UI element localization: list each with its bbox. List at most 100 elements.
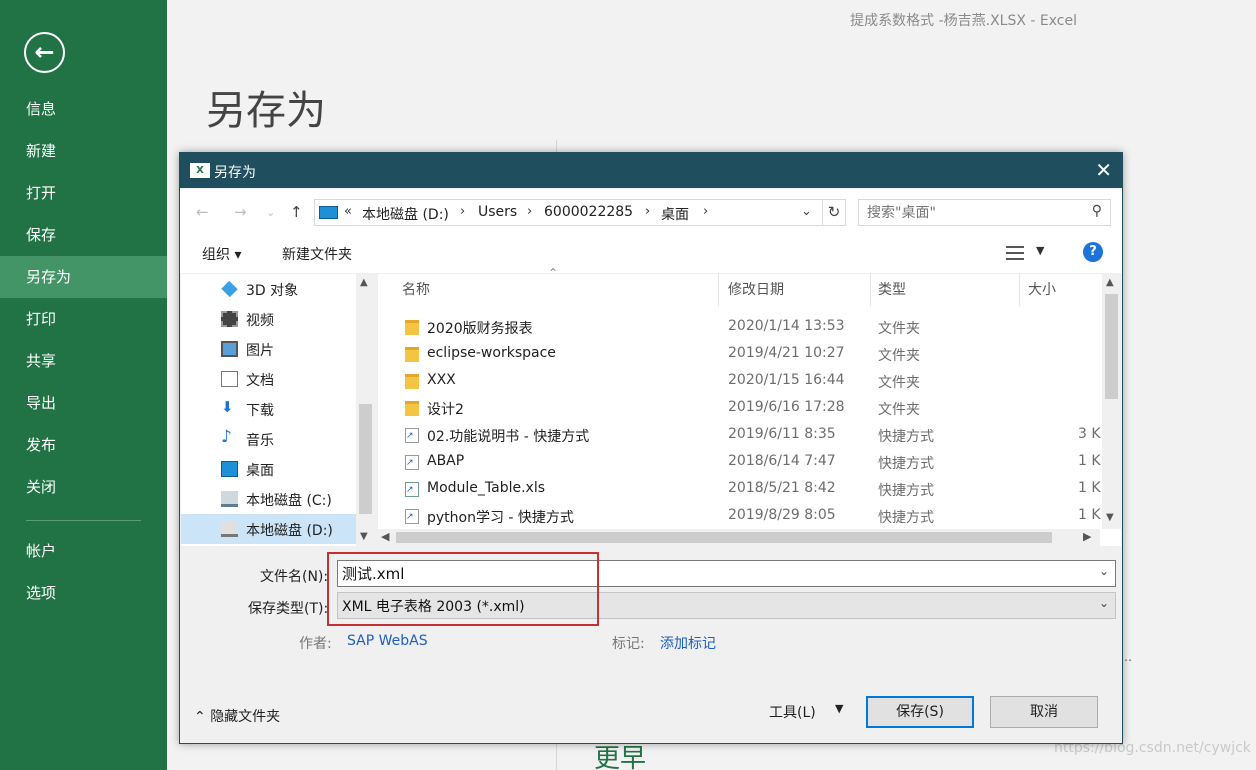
organize-button[interactable]: 组织 ▾ [202, 244, 241, 264]
tree-item-label: 文档 [246, 373, 274, 389]
file-size: 1 K [1078, 480, 1101, 496]
chevron-down-icon[interactable]: ⌄ [801, 204, 812, 219]
add-tags-link[interactable]: 添加标记 [660, 633, 716, 653]
chevron-down-icon[interactable]: ⌄ [1099, 564, 1109, 578]
hide-folders-toggle[interactable]: ⌃ 隐藏文件夹 [194, 706, 280, 726]
tree-item[interactable]: 文档 [181, 364, 356, 394]
author-value[interactable]: SAP WebAS [347, 633, 428, 649]
search-input[interactable] [859, 200, 1079, 225]
scroll-up-icon[interactable]: ▲ [360, 277, 368, 288]
recent-locations-icon[interactable]: ⌄ [266, 206, 275, 219]
file-type: 文件夹 [878, 375, 920, 391]
nav-scrollbar[interactable]: ▲ ▼ [356, 274, 375, 546]
tree-item[interactable]: 3D 对象 [181, 274, 356, 304]
nav-item[interactable]: 打开 [0, 172, 167, 214]
file-row[interactable]: eclipse-workspace 2019/4/21 10:27 文件夹 [378, 341, 1098, 368]
chevron-up-icon: ⌃ [194, 709, 206, 725]
pictures-icon [221, 341, 238, 357]
nav-item[interactable]: 帐户 [0, 530, 167, 572]
breadcrumb-overflow[interactable]: « [344, 204, 352, 219]
column-header-type[interactable]: 类型 [854, 274, 1004, 306]
nav-item[interactable]: 另存为 [0, 256, 167, 298]
forward-icon[interactable]: → [234, 203, 247, 221]
scroll-up-icon[interactable]: ▲ [1106, 277, 1114, 288]
nav-item[interactable]: 导出 [0, 382, 167, 424]
breadcrumb-item[interactable]: Users [478, 204, 517, 220]
file-row[interactable]: 02.功能说明书 - 快捷方式 2019/6/11 8:35 快捷方式 3 K [378, 422, 1101, 449]
breadcrumb-item[interactable]: 6000022285 [544, 204, 633, 220]
breadcrumb-item[interactable]: 本地磁盘 (D:) [362, 204, 449, 224]
scroll-right-icon[interactable]: ▶ [1083, 530, 1091, 543]
refresh-icon[interactable]: ↻ [822, 199, 846, 226]
nav-item[interactable]: 发布 [0, 424, 167, 466]
nav-item[interactable]: 选项 [0, 572, 167, 614]
breadcrumb-separator[interactable]: › [703, 204, 708, 219]
tree-item[interactable]: 本地磁盘 (D:) [181, 514, 356, 544]
file-row[interactable]: 设计2 2019/6/16 17:28 文件夹 [378, 395, 1098, 422]
tree-item[interactable]: 视频 [181, 304, 356, 334]
view-options-icon[interactable] [1006, 246, 1024, 260]
search-icon[interactable]: ⚲ [1092, 203, 1102, 219]
chevron-down-icon[interactable]: ▼ [1036, 244, 1044, 257]
scroll-down-icon[interactable]: ▼ [360, 531, 368, 542]
save-as-dialog: X 另存为 ✕ ← → ⌄ ↑ « 本地磁盘 (D:) › Users › 60… [179, 152, 1123, 744]
breadcrumb-item[interactable]: 桌面 [661, 204, 689, 224]
tree-item[interactable]: ♪ 音乐 [181, 424, 356, 454]
file-date: 2018/6/14 7:47 [728, 453, 836, 469]
scroll-thumb[interactable] [396, 532, 1052, 543]
search-box[interactable]: ⚲ [858, 199, 1111, 226]
save-button[interactable]: 保存(S) [866, 696, 974, 728]
tree-item[interactable]: 本地磁盘 (C:) [181, 484, 356, 514]
nav-item[interactable]: 新建 [0, 130, 167, 172]
file-row[interactable]: 2020版财务报表 2020/1/14 13:53 文件夹 [378, 314, 1098, 341]
nav-item[interactable]: 关闭 [0, 466, 167, 508]
new-folder-button[interactable]: 新建文件夹 [282, 244, 352, 264]
file-row[interactable]: python学习 - 快捷方式 2019/8/29 8:05 快捷方式 1 K [378, 503, 1101, 530]
scroll-thumb[interactable] [1105, 294, 1118, 399]
file-type: 文件夹 [878, 402, 920, 418]
tree-item[interactable]: 图片 [181, 334, 356, 364]
folder-icon [405, 320, 419, 335]
chevron-down-icon[interactable]: ▼ [835, 702, 843, 715]
file-row[interactable]: XXX 2020/1/15 16:44 文件夹 [378, 368, 1098, 395]
file-size: 3 K [1078, 426, 1101, 442]
breadcrumb-separator[interactable]: › [460, 204, 465, 219]
file-row[interactable]: Module_Table.xls 2018/5/21 8:42 快捷方式 1 K [378, 476, 1101, 503]
file-name: 02.功能说明书 - 快捷方式 [427, 429, 590, 445]
dialog-titlebar: X 另存为 ✕ [180, 153, 1122, 188]
back-arrow-icon[interactable]: ← [24, 32, 65, 73]
close-icon[interactable]: ✕ [1095, 158, 1112, 182]
scroll-thumb[interactable] [359, 404, 372, 514]
chevron-down-icon[interactable]: ⌄ [1099, 596, 1109, 610]
breadcrumb-separator[interactable]: › [645, 204, 650, 219]
up-icon[interactable]: ↑ [290, 203, 303, 221]
file-scrollbar[interactable]: ▲ ▼ [1102, 274, 1121, 529]
nav-item[interactable]: 保存 [0, 214, 167, 256]
back-icon[interactable]: ← [196, 203, 209, 221]
file-name: eclipse-workspace [427, 345, 556, 361]
column-header-name[interactable]: 名称 [378, 274, 718, 306]
tree-item[interactable]: 桌面 [181, 454, 356, 484]
horizontal-scrollbar[interactable]: ◀ ▶ [378, 529, 1100, 546]
help-icon[interactable]: ? [1083, 242, 1103, 262]
filename-label: 文件名(N): [260, 569, 329, 585]
file-row[interactable]: ABAP 2018/6/14 7:47 快捷方式 1 K [378, 449, 1101, 476]
author-label: 作者: [299, 636, 332, 652]
column-header-date[interactable]: 修改日期 [704, 274, 854, 306]
tools-button[interactable]: 工具(L) [769, 702, 816, 722]
file-name: 2020版财务报表 [427, 321, 533, 337]
breadcrumb-separator[interactable]: › [527, 204, 532, 219]
tree-item[interactable]: ⬇ 下载 [181, 394, 356, 424]
scroll-down-icon[interactable]: ▼ [1106, 512, 1114, 523]
file-name: ABAP [427, 453, 465, 469]
nav-item[interactable]: 打印 [0, 298, 167, 340]
nav-item[interactable]: 共享 [0, 340, 167, 382]
scroll-left-icon[interactable]: ◀ [381, 530, 389, 543]
filetype-label: 保存类型(T): [248, 601, 329, 617]
nav-item[interactable]: 信息 [0, 88, 167, 130]
column-header-size[interactable]: 大小 [1004, 274, 1099, 306]
address-bar[interactable]: « 本地磁盘 (D:) › Users › 6000022285 › 桌面 › … [314, 199, 846, 226]
cancel-button[interactable]: 取消 [990, 696, 1098, 728]
file-name: python学习 - 快捷方式 [427, 510, 574, 526]
file-type: 文件夹 [878, 321, 920, 337]
